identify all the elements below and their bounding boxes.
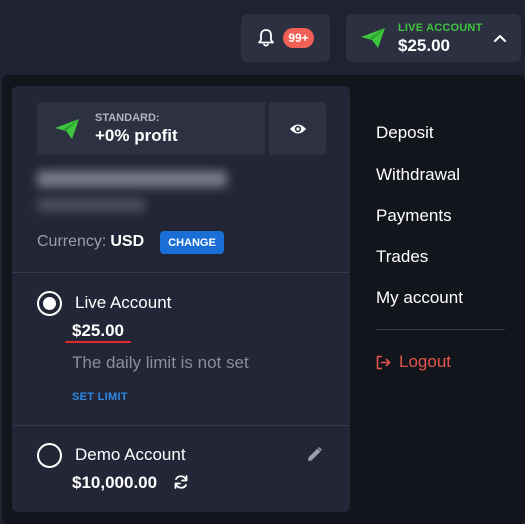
currency-row: Currency: USD (37, 233, 144, 251)
logout-icon (376, 355, 391, 369)
demo-account-title[interactable]: Demo Account (75, 445, 186, 465)
menu-item-trades[interactable]: Trades (376, 247, 428, 267)
blurred-user-id (37, 198, 145, 212)
daily-limit-text: The daily limit is not set (72, 353, 249, 372)
chevron-up-icon (494, 35, 506, 42)
set-limit-link[interactable]: SET LIMIT (72, 391, 128, 403)
notification-count-badge: 99+ (283, 28, 314, 48)
plan-box: STANDARD: +0% profit (37, 102, 265, 155)
paper-plane-icon (361, 28, 385, 48)
balance-underline (65, 341, 131, 343)
menu-item-my-account[interactable]: My account (376, 288, 463, 308)
notifications-button[interactable]: 99+ (241, 14, 330, 62)
menu-item-deposit[interactable]: Deposit (376, 123, 434, 143)
eye-icon (289, 124, 306, 133)
paper-plane-icon (55, 119, 79, 139)
account-type-label: LIVE ACCOUNT (398, 22, 483, 34)
currency-label: Currency: (37, 233, 107, 250)
divider (12, 425, 350, 426)
demo-account-radio[interactable] (37, 443, 62, 468)
account-balance: $25.00 (398, 36, 450, 55)
live-account-radio[interactable] (37, 291, 62, 316)
logout-label: Logout (399, 352, 451, 371)
blurred-email (37, 171, 227, 187)
menu-divider (376, 329, 505, 330)
menu-item-payments[interactable]: Payments (376, 206, 452, 226)
top-bar: 99+ LIVE ACCOUNT $25.00 (0, 0, 525, 78)
live-account-title[interactable]: Live Account (75, 293, 171, 313)
toggle-visibility-button[interactable] (269, 102, 326, 155)
pencil-icon[interactable] (306, 446, 323, 463)
plan-value: +0% profit (95, 126, 178, 145)
currency-value: USD (110, 233, 145, 250)
account-switcher-button[interactable]: LIVE ACCOUNT $25.00 (346, 14, 521, 62)
change-currency-button[interactable]: CHANGE (160, 231, 224, 254)
live-account-balance: $25.00 (72, 321, 124, 340)
menu-item-withdrawal[interactable]: Withdrawal (376, 165, 460, 185)
logout-button[interactable]: Logout (376, 352, 451, 372)
refresh-icon[interactable] (173, 474, 189, 490)
divider (12, 272, 350, 273)
bell-icon (258, 29, 275, 47)
plan-label: STANDARD: (95, 112, 160, 124)
demo-account-balance: $10,000.00 (72, 473, 158, 492)
